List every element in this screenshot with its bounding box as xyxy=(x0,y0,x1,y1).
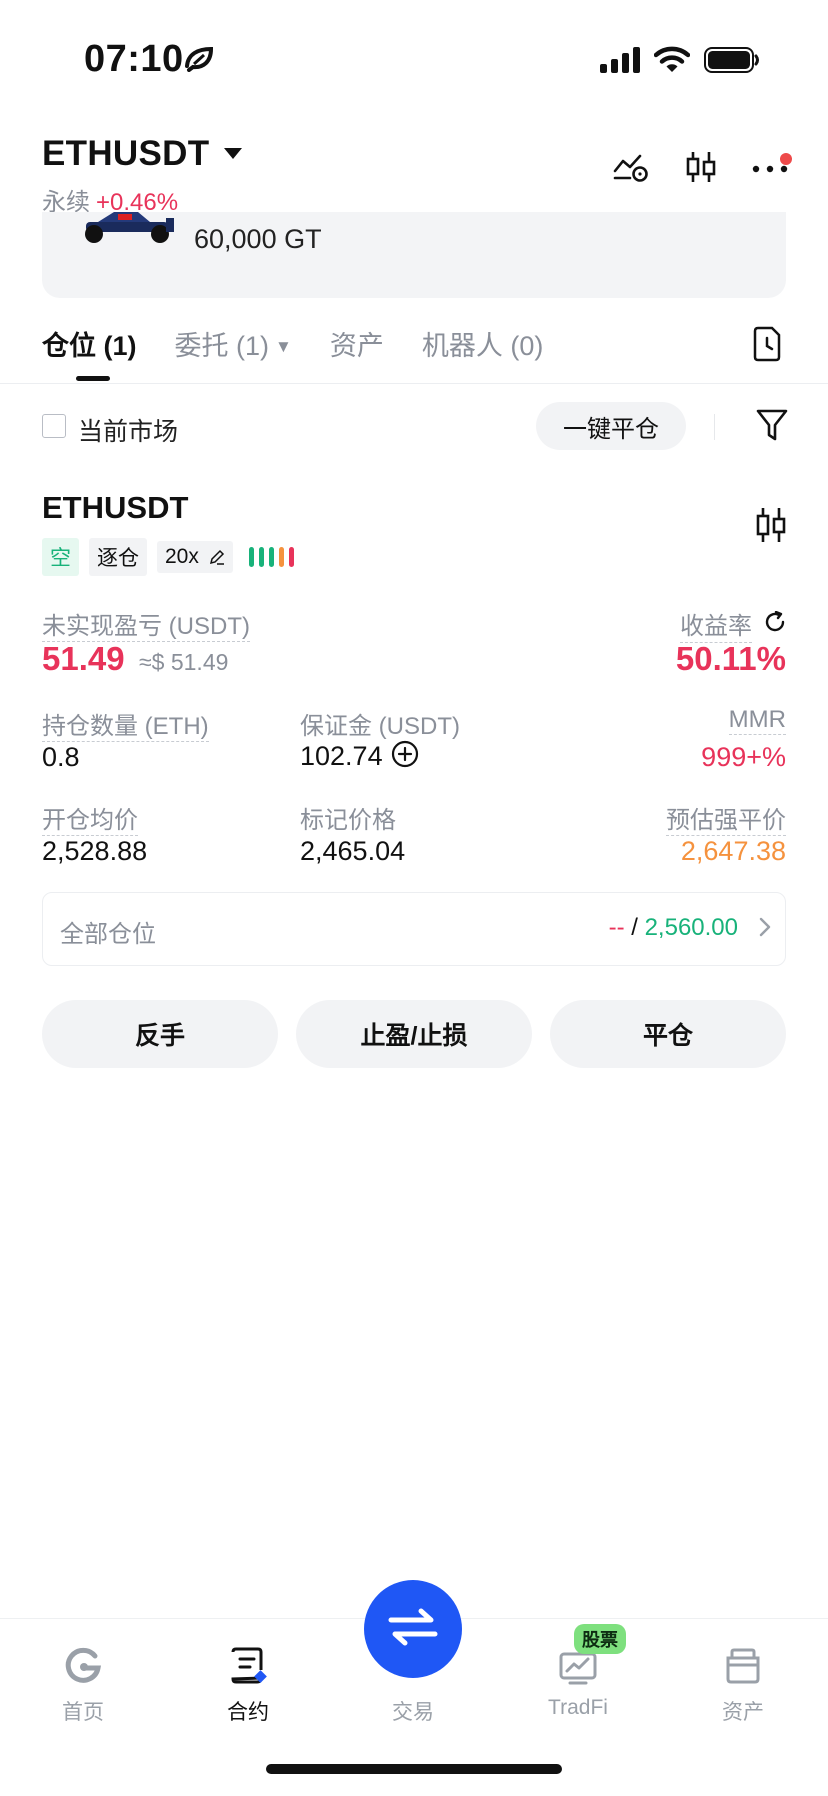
more-options-icon[interactable] xyxy=(752,152,792,179)
liq-price-label-wrap: 预估强平价 xyxy=(666,800,786,836)
swap-arrows-icon xyxy=(387,1607,439,1652)
entry-price-value: 2,528.88 xyxy=(42,836,148,866)
pair-dropdown-icon[interactable] xyxy=(224,148,242,159)
entry-price-label[interactable]: 开仓均价 xyxy=(42,807,138,836)
all-positions-values: -- / 2,560.00 xyxy=(609,914,738,942)
all-positions-pnl: -- xyxy=(608,914,625,941)
mmr-label[interactable]: MMR xyxy=(728,706,786,735)
nav-home-label: 首页 xyxy=(62,1701,104,1724)
current-market-label[interactable]: 当前市场 xyxy=(78,412,178,448)
leverage-value: 20x xyxy=(165,545,199,568)
unrealized-pnl-label[interactable]: 未实现盈亏 (USDT) xyxy=(42,613,250,642)
mmr-label-wrap: MMR xyxy=(728,706,786,735)
status-time: 07:10 xyxy=(84,38,184,80)
futures-icon xyxy=(193,1636,303,1696)
edit-icon xyxy=(205,545,225,568)
header-actions xyxy=(612,150,792,189)
cellular-signal-icon xyxy=(600,47,640,78)
leverage-tag[interactable]: 20x xyxy=(157,541,233,573)
margin-value: 102.74 xyxy=(300,741,383,771)
position-tabs: 仓位 (1) 委托 (1) ▼ 资产 机器人 (0) xyxy=(42,324,543,363)
tab-assets[interactable]: 资产 xyxy=(330,324,384,363)
nav-assets-label: 资产 xyxy=(722,1701,764,1724)
chevron-right-icon[interactable] xyxy=(758,916,772,943)
share-refresh-icon[interactable] xyxy=(764,610,786,638)
size-label[interactable]: 持仓数量 (ETH) xyxy=(42,713,209,742)
leaf-icon xyxy=(184,46,214,77)
tab-positions[interactable]: 仓位 (1) xyxy=(42,324,137,363)
mark-price-value: 2,465.04 xyxy=(300,836,406,866)
unrealized-pnl-label-wrap: 未实现盈亏 (USDT) xyxy=(42,606,250,642)
risk-meter xyxy=(248,547,294,567)
price-alert-icon[interactable] xyxy=(612,151,650,188)
battery-icon xyxy=(704,47,760,78)
mmr-value: 999+% xyxy=(701,742,786,772)
tabs-divider xyxy=(0,383,828,384)
tp-sl-button[interactable]: 止盈/止损 xyxy=(296,1000,532,1068)
margin-label: 保证金 (USDT) xyxy=(300,713,460,740)
roi-label-wrap: 收益率 xyxy=(680,606,786,643)
all-positions-label: 全部仓位 xyxy=(60,921,156,948)
status-icons xyxy=(600,46,760,79)
notification-dot xyxy=(780,152,792,165)
banner-text: 60,000 GT xyxy=(194,224,322,254)
size-value: 0.8 xyxy=(42,742,80,772)
candlestick-chart-icon[interactable] xyxy=(684,150,718,189)
nav-futures[interactable]: 合约 xyxy=(193,1636,303,1726)
roi-value: 50.11% xyxy=(675,640,786,677)
active-tab-indicator xyxy=(76,376,110,381)
mark-price-label-wrap: 标记价格 xyxy=(300,800,396,835)
tab-orders[interactable]: 委托 (1) ▼ xyxy=(175,324,292,363)
all-positions-separator: / xyxy=(624,914,645,941)
current-market-checkbox[interactable] xyxy=(42,414,66,438)
liq-price-label[interactable]: 预估强平价 xyxy=(666,807,786,836)
home-icon xyxy=(28,1636,138,1696)
margin-value-wrap: 102.74 xyxy=(300,740,419,773)
nav-home[interactable]: 首页 xyxy=(28,1636,138,1726)
position-chart-icon[interactable] xyxy=(754,506,788,549)
close-position-button[interactable]: 平仓 xyxy=(550,1000,786,1068)
liq-price-value: 2,647.38 xyxy=(680,836,786,866)
filter-divider xyxy=(714,414,715,440)
stock-badge: 股票 xyxy=(574,1624,626,1654)
history-icon[interactable] xyxy=(752,326,782,367)
side-tag: 空 xyxy=(42,538,79,576)
pair-title[interactable]: ETHUSDT xyxy=(42,134,209,174)
nav-trade-label[interactable]: 交易 xyxy=(358,1696,468,1726)
add-margin-icon[interactable] xyxy=(391,740,419,773)
position-symbol[interactable]: ETHUSDT xyxy=(42,490,188,526)
margin-mode-tag: 逐仓 xyxy=(89,538,147,576)
unrealized-pnl-approx: ≈$ 51.49 xyxy=(139,649,229,675)
nav-futures-label: 合约 xyxy=(227,1701,269,1724)
reverse-button[interactable]: 反手 xyxy=(42,1000,278,1068)
wallet-icon xyxy=(688,1636,798,1696)
unrealized-pnl-wrap: 51.49 ≈$ 51.49 xyxy=(42,640,228,678)
margin-label-wrap: 保证金 (USDT) xyxy=(300,706,460,741)
trade-fab[interactable] xyxy=(364,1580,462,1678)
close-all-button[interactable]: 一键平仓 xyxy=(536,402,686,450)
mark-price-label: 标记价格 xyxy=(300,807,396,834)
position-tags: 空 逐仓 20x xyxy=(42,538,294,576)
unrealized-pnl-value: 51.49 xyxy=(42,640,125,677)
size-label-wrap: 持仓数量 (ETH) xyxy=(42,706,209,742)
tab-orders-label: 委托 (1) xyxy=(174,331,270,361)
entry-price-label-wrap: 开仓均价 xyxy=(42,800,138,836)
tab-bots[interactable]: 机器人 (0) xyxy=(422,324,544,363)
all-positions-value: 2,560.00 xyxy=(644,914,738,941)
roi-label[interactable]: 收益率 xyxy=(680,606,752,643)
nav-tradfi-label: TradFi xyxy=(548,1696,608,1719)
wifi-icon xyxy=(653,46,691,79)
filter-icon[interactable] xyxy=(756,408,788,447)
tab-orders-dropdown-icon: ▼ xyxy=(275,337,292,356)
home-indicator xyxy=(266,1764,562,1774)
race-car-image xyxy=(78,210,176,249)
nav-assets[interactable]: 资产 xyxy=(688,1636,798,1726)
